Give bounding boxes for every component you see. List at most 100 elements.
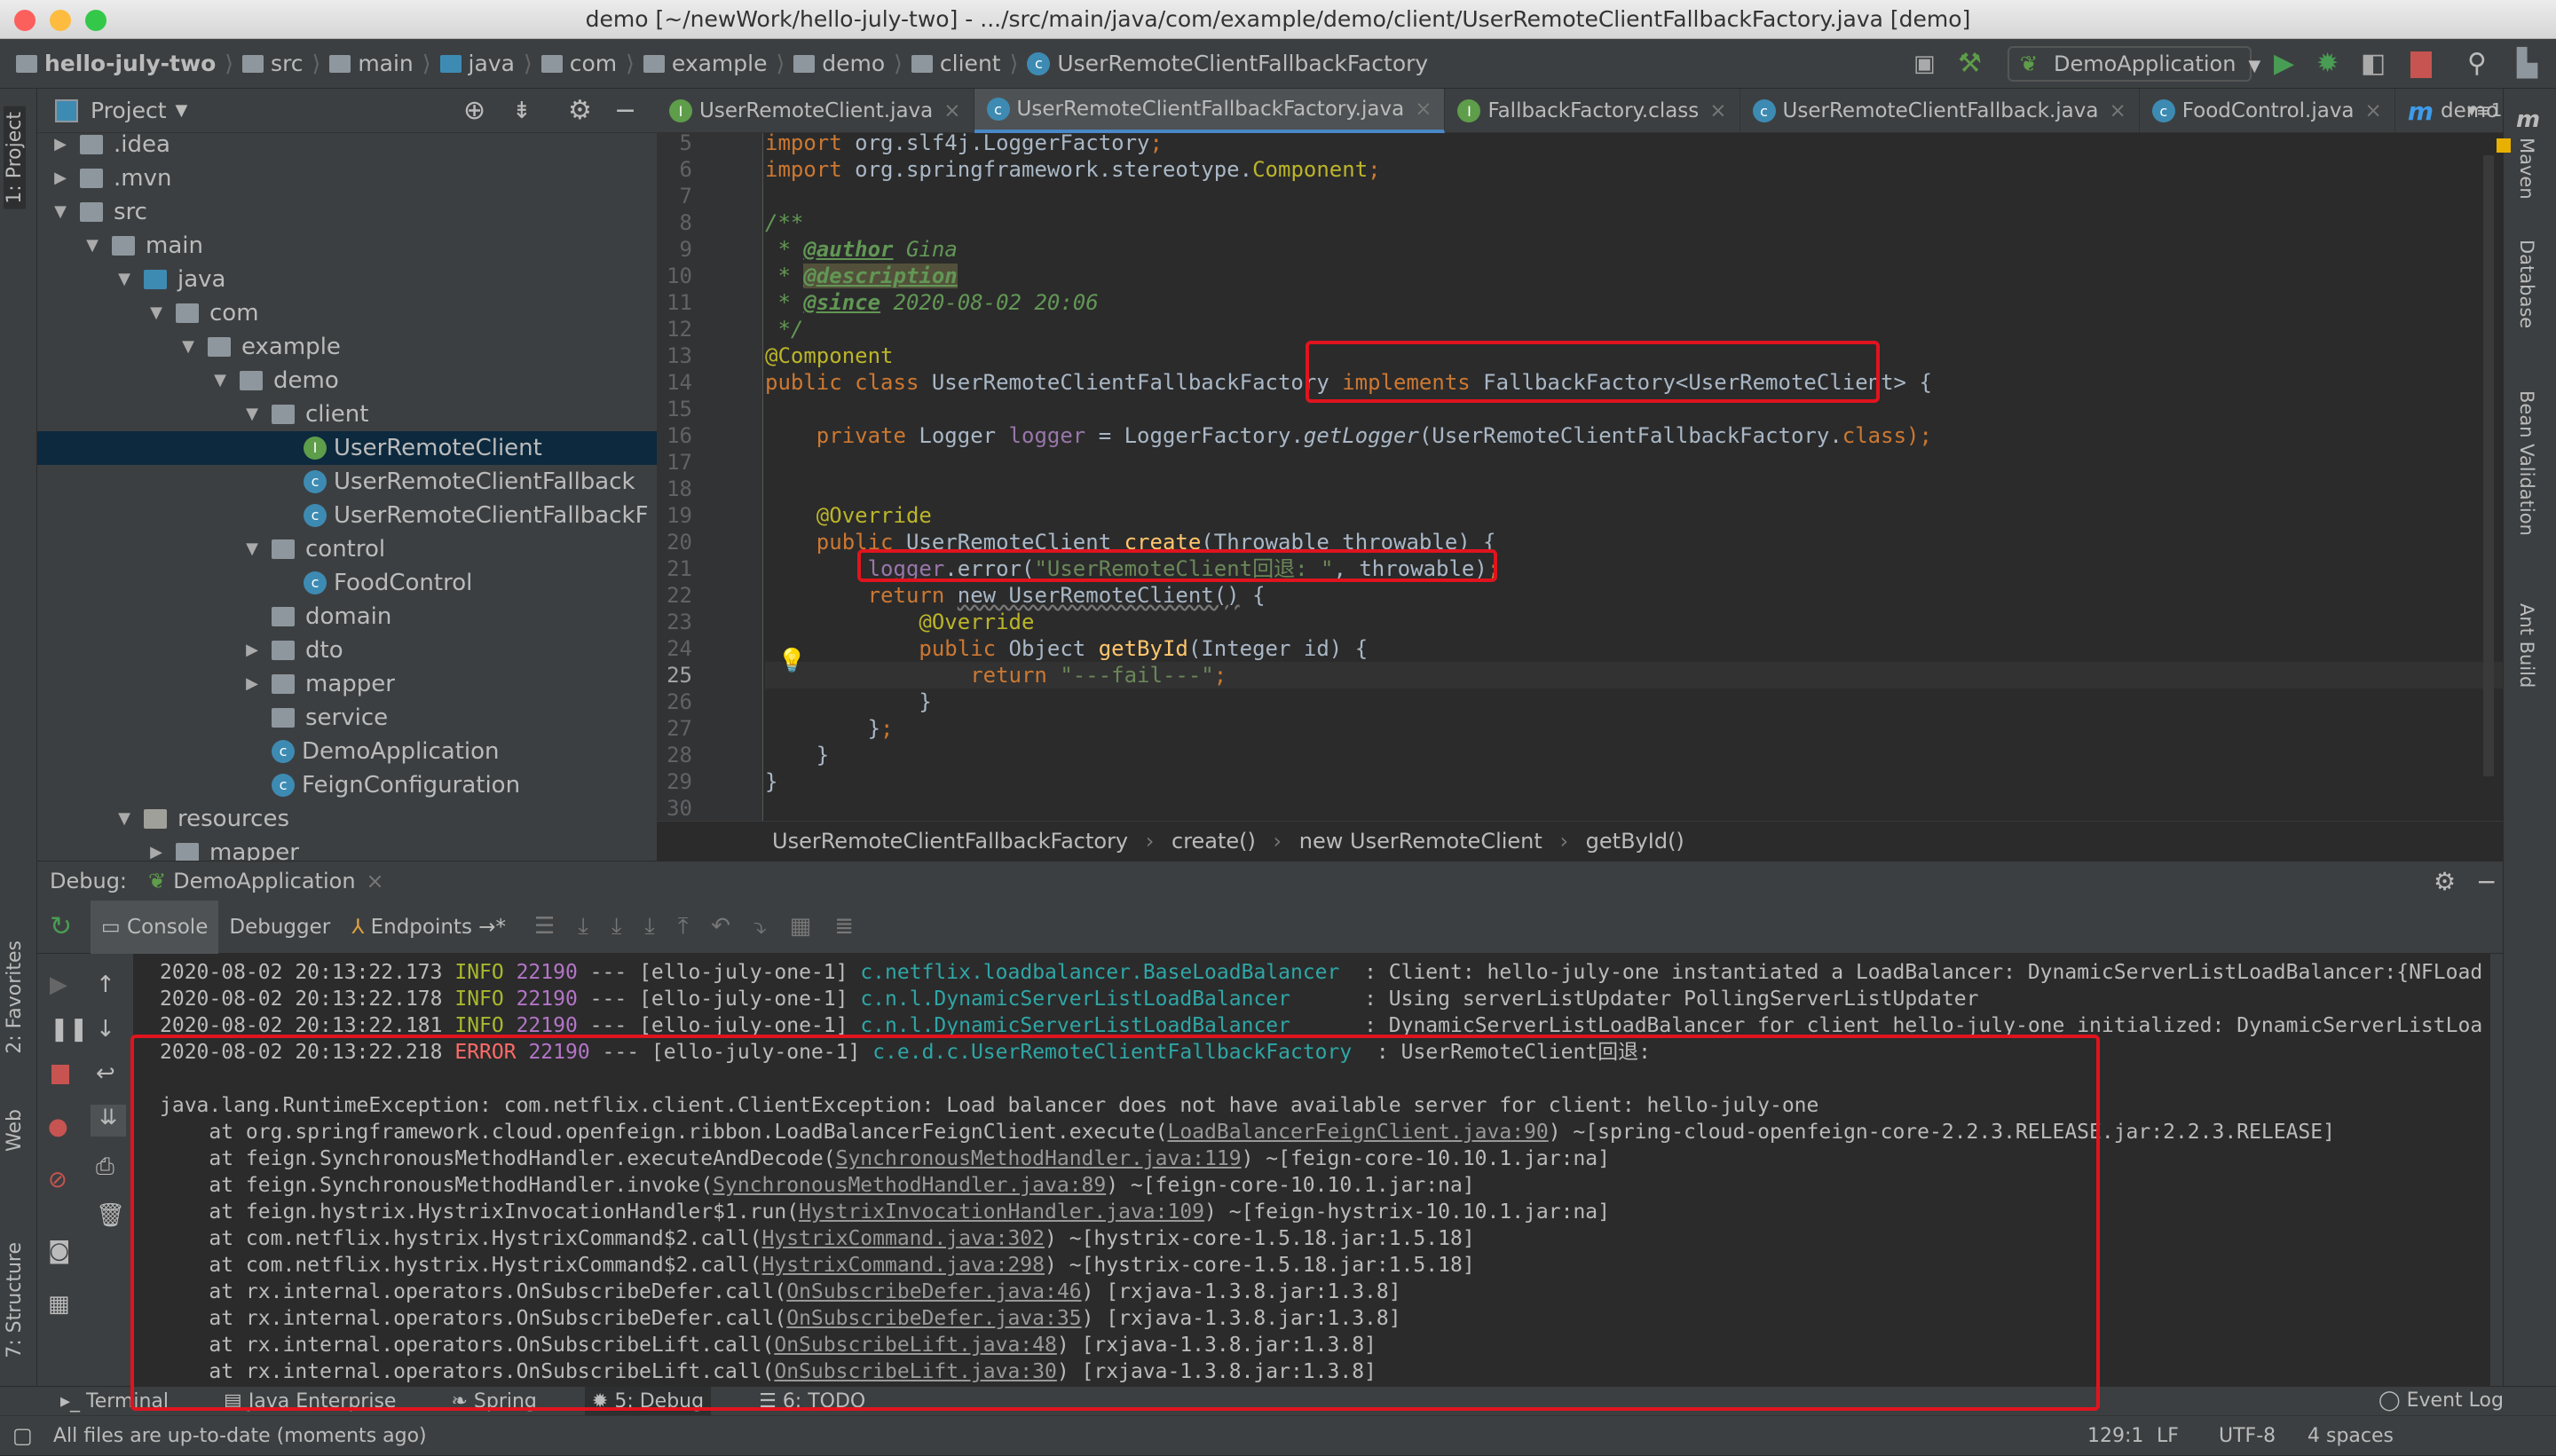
close-tab-icon[interactable]: × (2109, 99, 2126, 122)
tool-window-project[interactable]: 1: Project (4, 106, 26, 209)
breadcrumb-item[interactable]: main ⟩ (329, 51, 431, 76)
breadcrumb-item[interactable]: hello-july-two ⟩ (16, 51, 233, 76)
run-icon[interactable]: ▶ (2274, 48, 2294, 80)
project-view-selector[interactable]: Project (91, 98, 167, 123)
scroll-to-end-icon[interactable]: ⇊ (91, 1105, 126, 1137)
tab-console[interactable]: ▭ Console (91, 900, 219, 954)
chevron-down-icon[interactable]: ▼ (115, 263, 133, 296)
editor-tab[interactable]: c UserRemoteClientFallback.java × (1740, 89, 2140, 133)
editor-breadcrumb-item[interactable]: UserRemoteClientFallbackFactory (772, 829, 1128, 854)
tree-item[interactable]: service (37, 701, 657, 735)
layout-icon[interactable]: ▦ (48, 1291, 70, 1318)
tool-window-structure[interactable]: 7: Structure (4, 1242, 26, 1358)
breadcrumb-item[interactable]: demo ⟩ (793, 51, 903, 76)
editor-tab[interactable]: I UserRemoteClient.java × (657, 89, 974, 133)
locate-file-icon[interactable]: ⊕ (463, 95, 485, 126)
print-icon[interactable]: ⎙ (96, 1153, 114, 1181)
code-editor[interactable]: 5 6 7 8 9 10 11 12 13 14 15 16 17 18 19 20 21 22 23 24 25 26 2… (657, 133, 2503, 821)
chevron-down-icon[interactable]: ▼ (115, 802, 133, 836)
tree-item[interactable]: c UserRemoteClientFallbackF (37, 499, 657, 532)
run-configuration-dropdown[interactable]: ❦ DemoApplication ▼ (2008, 46, 2260, 82)
editor-tab[interactable]: c UserRemoteClientFallbackFactory.java × (974, 89, 1446, 133)
rerun-icon[interactable]: ↻ (50, 911, 72, 942)
chevron-down-icon[interactable]: ▼ (211, 364, 229, 397)
pause-icon[interactable]: ❚❚ (50, 1016, 89, 1043)
tool-window-bean-validation[interactable]: Bean Validation (2516, 390, 2537, 536)
editor-tab[interactable]: I FallbackFactory.class × (1445, 89, 1740, 133)
soft-wrap-icon[interactable]: ↩ (96, 1060, 115, 1087)
chevron-right-icon[interactable]: ▶ (51, 128, 69, 161)
close-tab-icon[interactable]: × (2365, 99, 2382, 122)
view-breakpoints-icon[interactable]: ● (48, 1114, 68, 1140)
tab-debugger[interactable]: Debugger (218, 901, 341, 954)
tree-item[interactable]: c FoodControl (37, 566, 657, 600)
tool-window-ant-build[interactable]: Ant Build (2516, 603, 2537, 688)
stop-icon[interactable] (2410, 51, 2432, 78)
close-icon[interactable]: × (367, 862, 384, 901)
tree-item[interactable]: ▼ demo (37, 364, 657, 397)
tree-item[interactable]: c FeignConfiguration (37, 768, 657, 802)
maximize-window-button[interactable] (85, 10, 106, 31)
editor-breadcrumb-item[interactable]: create() (1172, 829, 1256, 854)
line-separator-selector[interactable]: LF (2157, 1416, 2179, 1456)
tree-item[interactable]: ▼ src (37, 195, 657, 229)
tab-endpoints[interactable]: ⅄ Endpoints →* (341, 901, 517, 954)
mute-breakpoints-icon[interactable]: ⊘ (48, 1167, 67, 1193)
hide-panel-icon[interactable]: − (614, 95, 636, 126)
hide-panel-icon[interactable]: − (2476, 862, 2497, 901)
down-arrow-icon[interactable]: ↓ (96, 1016, 115, 1043)
chevron-down-icon[interactable]: ▼ (243, 532, 261, 566)
tree-item[interactable]: ▶ mapper (37, 667, 657, 701)
search-icon[interactable]: ⚲ (2467, 48, 2487, 80)
event-log-button[interactable]: ◯ Event Log (2378, 1386, 2504, 1415)
tool-window-database[interactable]: Database (2516, 240, 2537, 328)
tree-item[interactable]: ▶ .idea (37, 128, 657, 161)
chevron-down-icon[interactable]: ▼ (147, 296, 165, 330)
toggle-tool-windows-icon[interactable]: ▢ (12, 1416, 33, 1456)
tool-window-favorites[interactable]: 2: Favorites (4, 940, 26, 1054)
close-tab-icon[interactable]: × (1709, 99, 1726, 122)
breadcrumb-item[interactable]: example ⟩ (643, 51, 785, 76)
chevron-down-icon[interactable]: ▼ (243, 397, 261, 431)
chevron-right-icon[interactable]: ▶ (243, 634, 261, 667)
breadcrumb-item[interactable]: com ⟩ (540, 51, 635, 76)
chevron-right-icon[interactable]: ▶ (51, 161, 69, 195)
inspection-status-icon[interactable] (2497, 138, 2511, 153)
stop-icon[interactable] (51, 1065, 69, 1084)
console-scrollbar[interactable] (2490, 954, 2503, 1386)
editor-breadcrumb-item[interactable]: getById() (1586, 829, 1684, 854)
minimize-window-button[interactable] (50, 10, 71, 31)
build-hammer-icon[interactable]: ⚒ (1958, 48, 1982, 80)
tree-item[interactable]: ▼ control (37, 532, 657, 566)
up-arrow-icon[interactable]: ↑ (96, 972, 115, 998)
tabs-overflow-button[interactable]: ▾≡1 (2467, 99, 2503, 121)
lightbulb-icon[interactable]: 💡 (777, 648, 806, 674)
tool-window-maven[interactable]: Maven (2516, 138, 2537, 200)
step-actions-icons[interactable]: ☰⤓⤓⤓⤒↶⤵▦≣ (534, 913, 877, 940)
close-window-button[interactable] (14, 10, 36, 31)
breadcrumb-item[interactable]: client ⟩ (911, 51, 1018, 76)
tree-item[interactable]: ▼ resources (37, 802, 657, 836)
tree-item[interactable]: ▼ com (37, 296, 657, 330)
camera-icon[interactable]: ◙ (48, 1238, 70, 1264)
tree-item[interactable]: domain (37, 600, 657, 634)
debug-session-tab[interactable]: DemoApplication (173, 862, 355, 901)
tree-item[interactable]: c DemoApplication (37, 735, 657, 768)
encoding-selector[interactable]: UTF-8 (2219, 1416, 2276, 1456)
chevron-down-icon[interactable]: ▼ (51, 195, 69, 229)
debug-bug-icon[interactable]: ✹ (2316, 48, 2339, 80)
tree-item[interactable]: c UserRemoteClientFallback (37, 465, 657, 499)
cursor-position[interactable]: 129:1 (2087, 1416, 2143, 1456)
gear-icon[interactable]: ⚙ (568, 95, 592, 126)
terminal-window-icon[interactable]: ▣ (1913, 48, 1936, 80)
close-tab-icon[interactable]: × (1415, 98, 1432, 121)
project-structure-icon[interactable]: ▙ (2517, 48, 2537, 80)
chevron-right-icon[interactable]: ▶ (243, 667, 261, 701)
run-with-coverage-icon[interactable]: ◧ (2361, 48, 2386, 80)
breadcrumb-item[interactable]: src ⟩ (242, 51, 320, 76)
chevron-down-icon[interactable]: ▼ (179, 330, 197, 364)
tool-window-web[interactable]: Web (4, 1109, 26, 1152)
gear-icon[interactable]: ⚙ (2434, 862, 2456, 901)
chevron-down-icon[interactable]: ▼ (176, 101, 188, 120)
tree-item[interactable]: ▶ .mvn (37, 161, 657, 195)
